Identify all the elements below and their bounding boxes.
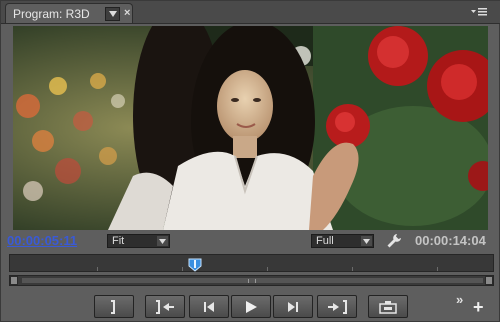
go-to-in-button[interactable] bbox=[145, 295, 185, 318]
panel-tab-bar: Program: R3D × bbox=[1, 1, 500, 24]
zoom-level-select[interactable]: Fit bbox=[107, 234, 170, 248]
time-ruler[interactable] bbox=[9, 254, 494, 272]
panel-menu-icon bbox=[471, 8, 487, 16]
ruler-tick bbox=[182, 267, 183, 271]
playback-resolution-select[interactable]: Full bbox=[311, 234, 374, 248]
zoom-grip[interactable] bbox=[248, 279, 256, 283]
close-icon[interactable]: × bbox=[124, 7, 130, 19]
camera-icon bbox=[379, 300, 397, 314]
go-to-in-icon bbox=[156, 299, 174, 314]
zoom-level-value: Fit bbox=[112, 235, 125, 247]
video-frame-image bbox=[13, 26, 488, 230]
go-to-out-button[interactable] bbox=[317, 295, 357, 318]
playhead-icon bbox=[188, 258, 202, 272]
ruler-tick bbox=[267, 267, 268, 271]
tab-title: Program: R3D bbox=[13, 7, 90, 21]
overflow-icon[interactable]: » bbox=[456, 292, 463, 307]
zoom-right-handle[interactable] bbox=[485, 276, 493, 285]
mark-in-out-button[interactable] bbox=[94, 295, 134, 318]
playback-resolution-value: Full bbox=[316, 235, 334, 247]
chevron-down-icon bbox=[361, 236, 372, 246]
chevron-down-icon bbox=[157, 236, 168, 246]
playhead-handle[interactable] bbox=[188, 258, 202, 272]
step-forward-button[interactable] bbox=[273, 295, 313, 318]
play-button[interactable] bbox=[231, 295, 271, 318]
duration-timecode: 00:00:14:04 bbox=[415, 233, 486, 248]
panel-menu-button[interactable] bbox=[467, 5, 493, 19]
export-frame-button[interactable] bbox=[368, 295, 408, 318]
step-forward-icon bbox=[288, 301, 298, 312]
plus-icon[interactable]: + bbox=[473, 297, 484, 318]
tab-program-r3d[interactable]: Program: R3D × bbox=[5, 3, 133, 23]
step-back-button[interactable] bbox=[189, 295, 229, 318]
play-icon bbox=[246, 300, 257, 313]
ruler-tick bbox=[97, 267, 98, 271]
program-video-frame[interactable] bbox=[13, 26, 488, 230]
program-monitor-panel: Program: R3D × 00:00:05:11 Fit Full 00:0… bbox=[0, 0, 500, 322]
chevron-down-icon bbox=[109, 11, 117, 17]
ruler-tick bbox=[437, 267, 438, 271]
ruler-tick bbox=[352, 267, 353, 271]
current-timecode[interactable]: 00:00:05:11 bbox=[7, 233, 77, 248]
wrench-icon[interactable] bbox=[386, 233, 402, 249]
go-to-out-icon bbox=[328, 299, 347, 314]
step-back-icon bbox=[204, 301, 214, 312]
zoom-left-handle[interactable] bbox=[10, 276, 18, 285]
tab-menu-button[interactable] bbox=[105, 7, 120, 21]
mark-out-icon bbox=[111, 299, 115, 314]
